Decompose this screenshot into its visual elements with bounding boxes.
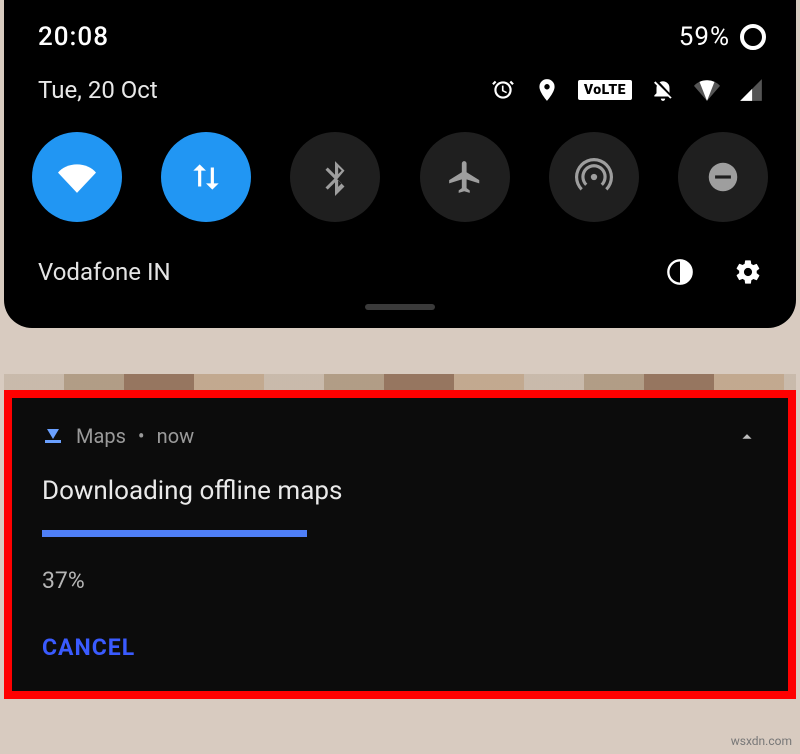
notification-shade: 20:08 59% Tue, 20 Oct VoLTE [4,0,796,328]
notification-separator: • [138,424,145,448]
data-arrows-icon [187,158,225,196]
location-icon [534,77,560,103]
quick-settings-tiles [4,108,796,228]
tile-wifi[interactable] [32,132,122,222]
clock: 20:08 [38,22,109,52]
status-bar: 20:08 59% [4,0,796,62]
maps-download-notification[interactable]: Maps • now Downloading offline maps 37% … [12,398,788,691]
notification-app-name: Maps [76,424,126,448]
tile-airplane[interactable] [420,132,510,222]
tile-bluetooth[interactable] [290,132,380,222]
hotspot-icon [575,158,613,196]
alarm-icon [490,77,516,103]
wifi-icon [58,158,96,196]
watermark: wsxdn.com [731,734,792,748]
download-app-icon [42,425,64,447]
edit-tiles-icon[interactable] [666,258,694,286]
carrier-name: Vodafone IN [38,258,171,286]
date-row: Tue, 20 Oct VoLTE [4,62,796,108]
date-text: Tue, 20 Oct [38,76,158,104]
settings-gear-icon[interactable] [734,258,762,286]
tile-mobile-data[interactable] [161,132,251,222]
notification-header: Maps • now [42,424,758,448]
airplane-icon [446,158,484,196]
battery-percent: 59% [679,22,730,52]
chevron-up-icon[interactable] [736,425,758,447]
progress-percent: 37% [42,567,758,594]
cell-signal-icon [738,77,764,103]
carrier-row: Vodafone IN [4,228,796,290]
background-photo-strip [4,374,796,390]
wifi-signal-icon [694,77,720,103]
screen-frame: 20:08 59% Tue, 20 Oct VoLTE [0,0,800,754]
shade-drag-handle[interactable] [365,304,435,310]
tile-hotspot[interactable] [549,132,639,222]
notification-title: Downloading offline maps [42,476,758,506]
bluetooth-icon [316,158,354,196]
tile-dnd[interactable] [678,132,768,222]
progress-bar [42,530,307,537]
highlighted-notification: Maps • now Downloading offline maps 37% … [4,390,796,699]
bell-off-icon [650,77,676,103]
battery-ring-icon [740,24,766,50]
dnd-icon [704,158,742,196]
volte-badge: VoLTE [578,80,632,100]
progress-track [42,530,758,537]
status-icon-strip: VoLTE [490,77,764,103]
cancel-button[interactable]: CANCEL [42,634,135,661]
notification-time: now [157,424,194,448]
